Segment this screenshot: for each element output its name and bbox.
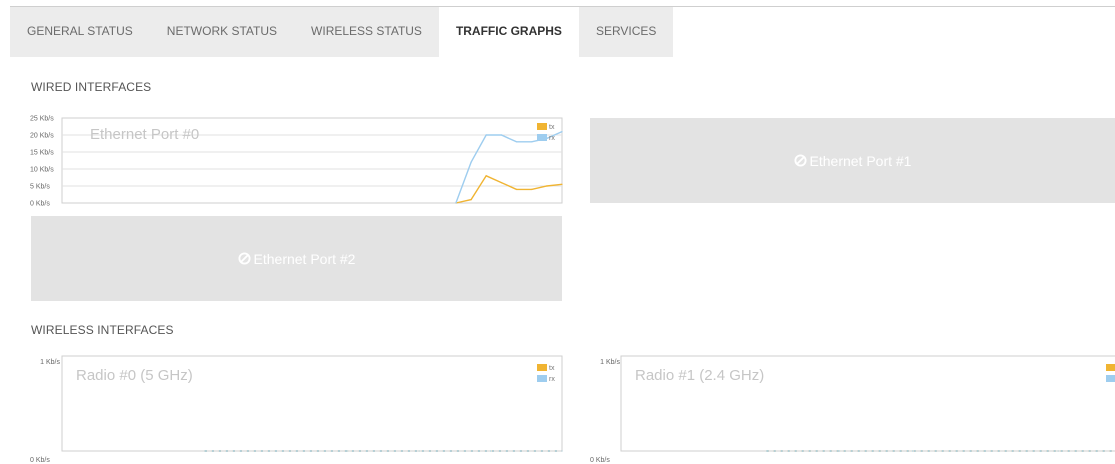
- legend-label-rx: rx: [549, 135, 555, 142]
- tab-wireless-status[interactable]: WIRELESS STATUS: [294, 7, 439, 57]
- tab-list: GENERAL STATUS NETWORK STATUS WIRELESS S…: [10, 7, 674, 57]
- disabled-icon: [237, 252, 251, 265]
- series-point-rx: [455, 202, 457, 204]
- series-point-rx: [418, 450, 420, 452]
- series-point-rx: [515, 141, 518, 143]
- radio-1-chart-svg: 1 Kb/s0 Kb/s Radio #1 (2.4 GHz) txrx: [590, 355, 1115, 462]
- legend-swatch-rx: [1106, 375, 1115, 382]
- series-point-tx: [500, 182, 502, 184]
- y-tick-label: 15 Kb/s: [30, 150, 54, 157]
- ethernet-port-2-disabled-panel: Ethernet Port #2: [31, 216, 562, 301]
- series-point-rx: [531, 141, 533, 143]
- series-point-rx: [561, 450, 563, 452]
- series-point-rx: [485, 134, 487, 136]
- series-point-rx: [1057, 450, 1059, 452]
- y-tick-label: 0 Kb/s: [30, 457, 50, 462]
- ethernet-port-1-disabled-panel: Ethernet Port #1: [590, 118, 1115, 203]
- series-point-rx: [984, 450, 986, 452]
- series-point-tx: [561, 183, 563, 185]
- legend-swatch-tx: [1106, 364, 1115, 371]
- y-tick-label: 5 Kb/s: [30, 184, 50, 191]
- wired-interfaces-heading: WIRED INTERFACES: [31, 80, 152, 94]
- chart-watermark-title: Ethernet Port #0: [90, 126, 199, 143]
- tab-bar: GENERAL STATUS NETWORK STATUS WIRELESS S…: [10, 6, 1115, 57]
- chart-watermark-title: Radio #1 (2.4 GHz): [635, 367, 764, 384]
- ethernet-port-0-chart: 25 Kb/s 20 Kb/s 15 Kb/s 10 Kb/s 5 Kb/s 0 Kb/s…: [28, 111, 564, 215]
- y-tick-label: 1 Kb/s: [40, 359, 60, 366]
- series-point-rx: [204, 450, 206, 452]
- legend-label-tx: tx: [549, 365, 555, 372]
- legend-label-tx: tx: [549, 124, 555, 131]
- series-point-rx: [911, 450, 914, 452]
- ethernet-port-0-chart-svg: 25 Kb/s 20 Kb/s 15 Kb/s 10 Kb/s 5 Kb/s 0 Kb/s…: [30, 116, 563, 208]
- ethernet-port-1-label: Ethernet Port #1: [809, 152, 912, 169]
- radio-0-chart-svg: 1 Kb/s 0 Kb/s Radio #0 (5 GHz) tx rx: [30, 355, 563, 462]
- legend-swatch-rx: [537, 375, 547, 382]
- series-point-rx: [489, 450, 492, 452]
- legend-swatch-tx: [537, 123, 547, 130]
- series-point-tx: [515, 188, 518, 190]
- series-point-rx: [561, 131, 563, 133]
- y-tick-label: 25 Kb/s: [30, 116, 54, 123]
- chart-watermark-title: Radio #0 (5 GHz): [76, 367, 193, 384]
- series-point-rx: [470, 161, 472, 163]
- series-point-rx: [275, 450, 277, 452]
- series-point-tx: [470, 199, 472, 201]
- series-point-tx: [531, 188, 533, 190]
- y-tick-label: 0 Kb/s: [590, 457, 610, 462]
- tab-general-status[interactable]: GENERAL STATUS: [10, 7, 150, 57]
- ethernet-port-2-label: Ethernet Port #2: [253, 250, 356, 267]
- series-point-rx: [766, 450, 768, 452]
- y-tick-label: 0 Kb/s: [30, 201, 50, 208]
- radio-0-chart: 1 Kb/s 0 Kb/s Radio #0 (5 GHz) tx rx: [28, 352, 564, 462]
- legend-label-rx: rx: [549, 376, 555, 383]
- series-point-rx: [347, 450, 349, 452]
- y-tick-label: 1 Kb/s: [600, 359, 620, 366]
- tab-traffic-graphs[interactable]: TRAFFIC GRAPHS: [438, 7, 579, 57]
- disabled-icon: [793, 154, 807, 167]
- series-point-rx: [838, 450, 841, 452]
- tab-services[interactable]: SERVICES: [579, 7, 673, 57]
- legend-swatch-tx: [537, 364, 547, 371]
- wireless-interfaces-heading: WIRELESS INTERFACES: [31, 323, 174, 337]
- radio-1-chart: 1 Kb/s0 Kb/s Radio #1 (2.4 GHz) txrx: [588, 352, 1115, 462]
- tab-network-status[interactable]: NETWORK STATUS: [150, 7, 294, 57]
- y-tick-label: 20 Kb/s: [30, 133, 54, 140]
- series-point-tx: [546, 185, 548, 187]
- series-point-rx: [500, 134, 502, 136]
- series-point-tx: [485, 175, 487, 177]
- y-tick-label: 10 Kb/s: [30, 167, 54, 174]
- legend-swatch-rx: [537, 134, 547, 141]
